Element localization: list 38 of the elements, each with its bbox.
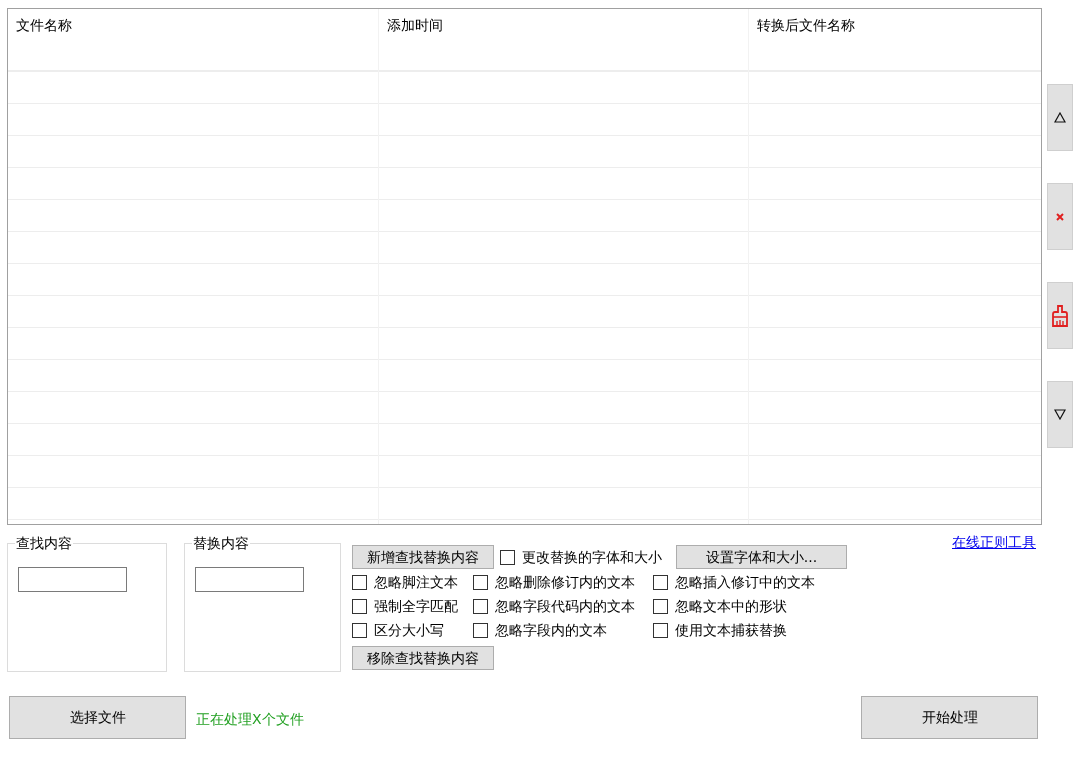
checkbox[interactable] xyxy=(500,549,515,565)
start-button[interactable]: 开始处理 xyxy=(861,696,1038,739)
remove-button[interactable]: 移除查找替换内容 xyxy=(352,646,494,670)
triangle-down-icon xyxy=(1054,409,1066,420)
add-button[interactable]: 新增查找替换内容 xyxy=(352,545,494,569)
brush-icon xyxy=(1052,304,1068,327)
checkbox[interactable] xyxy=(352,622,367,638)
move-down-button[interactable] xyxy=(1047,381,1073,448)
checkbox-label: 忽略文本中的形状 xyxy=(675,597,787,615)
group-title: 查找内容 xyxy=(15,534,73,552)
checkbox-label: 忽略插入修订中的文本 xyxy=(675,573,815,591)
triangle-up-icon xyxy=(1054,112,1066,123)
checkbox[interactable] xyxy=(653,598,668,614)
checkbox[interactable] xyxy=(653,622,668,638)
checkbox-label: 忽略删除修订内的文本 xyxy=(495,573,635,591)
checkbox-label: 使用文本捕获替换 xyxy=(675,621,787,639)
checkbox[interactable] xyxy=(653,574,668,590)
cross-icon xyxy=(1056,212,1064,221)
move-up-button[interactable] xyxy=(1047,84,1073,151)
status-text: 正在处理X个文件 xyxy=(196,710,304,729)
checkbox[interactable] xyxy=(473,598,488,614)
checkbox[interactable] xyxy=(473,574,488,590)
input-field[interactable] xyxy=(195,567,304,592)
input-field[interactable] xyxy=(18,567,127,592)
checkbox-label: 更改替换的字体和大小 xyxy=(522,548,662,566)
checkbox[interactable] xyxy=(352,598,367,614)
checkbox[interactable] xyxy=(473,622,488,638)
checkbox[interactable] xyxy=(352,574,367,590)
checkbox-label: 忽略字段代码内的文本 xyxy=(495,597,635,615)
group-title: 替换内容 xyxy=(192,534,250,552)
select-file-button[interactable]: 选择文件 xyxy=(9,696,186,739)
clear-button[interactable] xyxy=(1047,282,1073,349)
checkbox-label: 强制全字匹配 xyxy=(374,597,458,615)
checkbox-label: 忽略脚注文本 xyxy=(374,573,458,591)
checkbox-label: 忽略字段内的文本 xyxy=(495,621,607,639)
regex-tool-link[interactable]: 在线正则工具 xyxy=(952,534,1036,552)
checkbox-label: 区分大小写 xyxy=(374,621,444,639)
font-settings-button[interactable]: 设置字体和大小... xyxy=(676,545,847,569)
